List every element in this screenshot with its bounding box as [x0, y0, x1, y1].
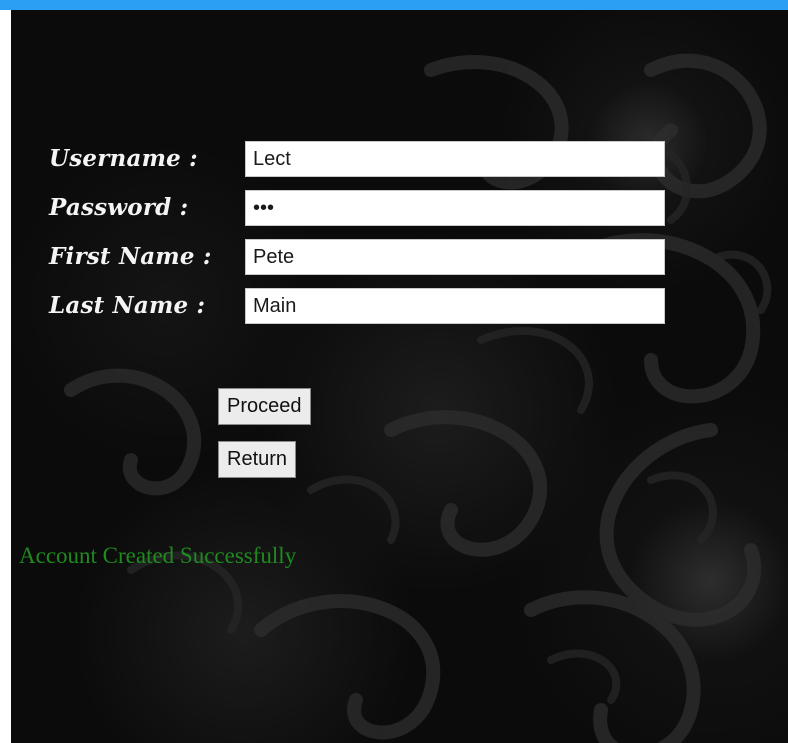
page-background: Username : Password : First Name : Last … [11, 10, 788, 743]
password-label: Password : [49, 194, 189, 221]
last-name-label: Last Name : [49, 292, 206, 319]
left-margin-strip [0, 10, 11, 743]
first-name-label: First Name : [49, 243, 212, 270]
top-accent-bar [0, 0, 788, 10]
first-name-input[interactable] [245, 239, 665, 275]
password-input[interactable] [245, 190, 665, 226]
floral-background-pattern [64, 53, 772, 743]
proceed-button[interactable]: Proceed [218, 388, 311, 425]
last-name-input[interactable] [245, 288, 665, 324]
username-label: Username : [49, 145, 198, 172]
status-message: Account Created Successfully [19, 543, 297, 568]
username-input[interactable] [245, 141, 665, 177]
return-button[interactable]: Return [218, 441, 297, 478]
